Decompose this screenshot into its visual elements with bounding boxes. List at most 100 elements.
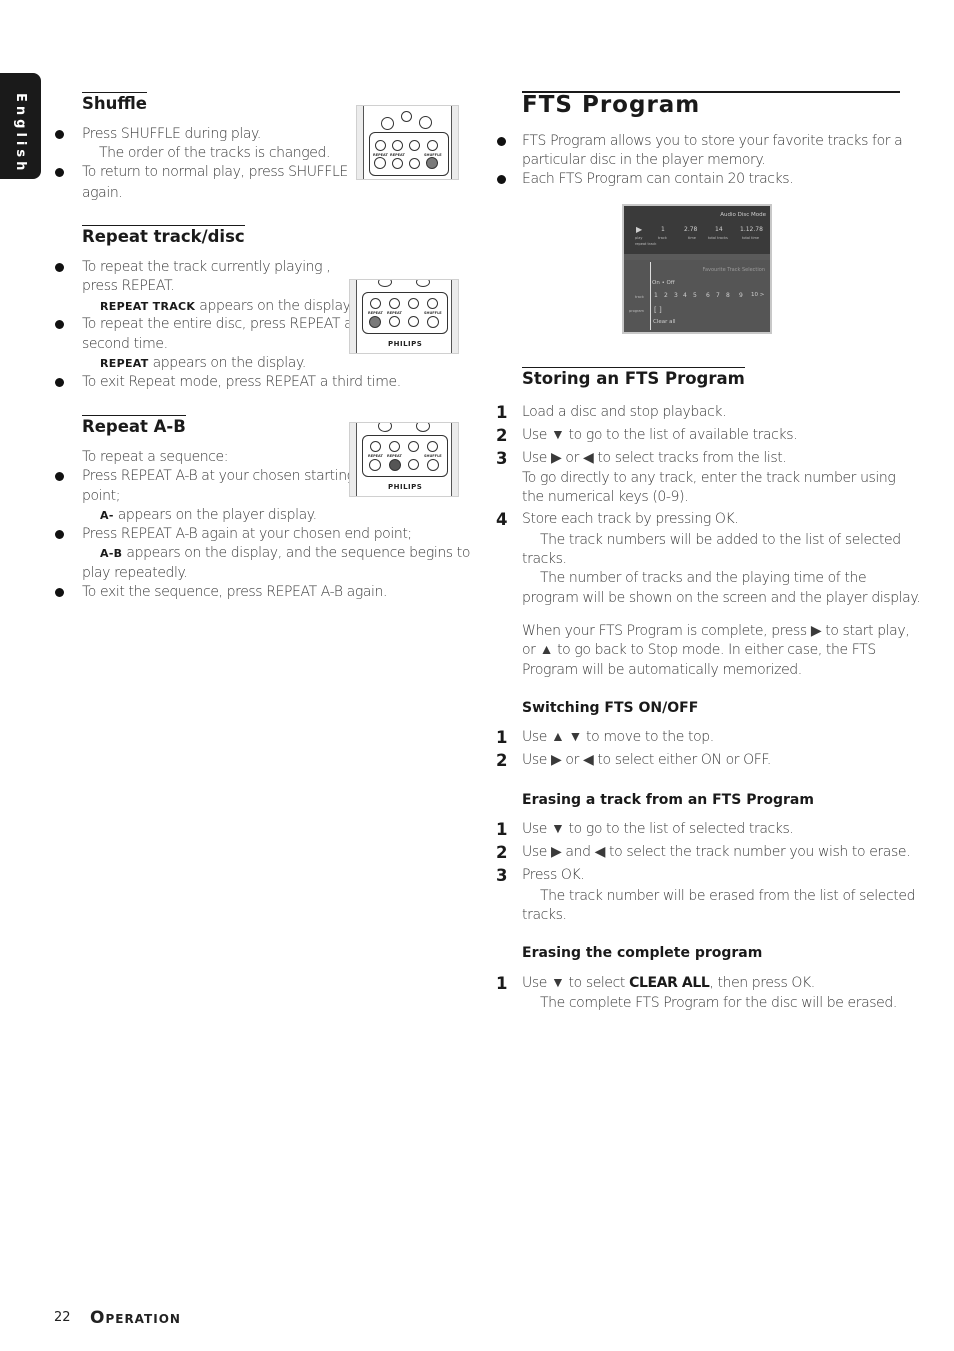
step-text: Use ▲ ▼ to move to the top. bbox=[522, 729, 714, 745]
prev-button-icon bbox=[375, 140, 386, 151]
language-tab-label: English bbox=[13, 93, 28, 175]
step-number: 1 bbox=[496, 728, 508, 747]
step-text: Load a disc and stop playback. bbox=[522, 404, 727, 420]
bullet bbox=[55, 263, 64, 272]
note-text: The complete FTS Program for the disc wi… bbox=[540, 995, 897, 1011]
repeat-a-display-note: A- appears on the player display. bbox=[100, 507, 317, 523]
step-number: 1 bbox=[496, 974, 508, 993]
note-text: tracks. bbox=[522, 907, 567, 923]
repeat-ab-line: point; bbox=[82, 488, 121, 504]
next-button-icon bbox=[427, 298, 438, 309]
paragraph-text: or ▲ to go back to Stop mode. In either … bbox=[522, 642, 876, 658]
note-text: program will be shown on the screen and … bbox=[522, 590, 921, 606]
step-number: 1 bbox=[496, 403, 508, 422]
switching-heading: Switching FTS ON/OFF bbox=[522, 700, 699, 716]
intro-line: particular disc in the player memory. bbox=[522, 152, 766, 168]
repeat-track-line: To exit Repeat mode, press REPEAT a thir… bbox=[82, 374, 401, 390]
remote-illustration-repeat: REPEAT REPEAT SHUFFLE PHILIPS bbox=[349, 279, 459, 354]
note-text: The track numbers will be added to the l… bbox=[540, 532, 901, 548]
step-text: To go directly to any track, enter the t… bbox=[522, 470, 896, 486]
bullet bbox=[55, 378, 64, 387]
play-button-icon bbox=[408, 298, 419, 309]
stop-button-icon bbox=[392, 140, 403, 151]
storing-heading: Storing an FTS Program bbox=[522, 367, 745, 388]
ab-button-icon bbox=[401, 111, 412, 122]
step-text: Use ▼ to go to the list of available tra… bbox=[522, 427, 798, 443]
fts-screen-illustration: Audio Disc Mode ▶ play repeat track 1 tr… bbox=[622, 204, 772, 334]
repeat-track-line: To repeat the entire disc, press REPEAT … bbox=[82, 316, 353, 332]
paragraph-text: Program will be automatically memorized. bbox=[522, 662, 802, 678]
note-text: tracks. bbox=[522, 551, 567, 567]
stop-button-icon bbox=[389, 298, 400, 309]
repeat-ab-display-note: A-B appears on the display, and the sequ… bbox=[100, 545, 470, 561]
step-number: 3 bbox=[496, 449, 508, 468]
step-text: Press OK. bbox=[522, 867, 585, 883]
step-text: Store each track by pressing OK. bbox=[522, 511, 739, 527]
repeat-track-line: second time. bbox=[82, 336, 168, 352]
page-number: 22 bbox=[54, 1310, 71, 1325]
repeat-ab-line: Press REPEAT A-B at your chosen starting bbox=[82, 468, 355, 484]
bullet bbox=[55, 130, 64, 139]
shuffle-button-icon bbox=[427, 459, 439, 471]
shuffle-button-icon bbox=[427, 316, 439, 328]
bullet bbox=[55, 168, 64, 177]
next-button-icon bbox=[427, 441, 438, 452]
shuffle-button-icon-highlighted bbox=[426, 157, 438, 169]
step-text: Use ▼ to go to the list of selected trac… bbox=[522, 821, 794, 837]
repeat-ab-button-icon-highlighted bbox=[389, 459, 401, 471]
repeat-track-display-note: REPEAT TRACK appears on the display. bbox=[100, 298, 353, 314]
step-number: 2 bbox=[496, 426, 508, 445]
section-title: OPERATION bbox=[90, 1308, 181, 1328]
intro-line: FTS Program allows you to store your fav… bbox=[522, 133, 903, 149]
disc-info-panel: Audio Disc Mode ▶ play repeat track 1 tr… bbox=[624, 206, 770, 254]
step-text: Use ▶ or ◀ to select either ON or OFF. bbox=[522, 752, 771, 768]
repeat-ab-line: To exit the sequence, press REPEAT A-B a… bbox=[82, 584, 388, 600]
shuffle-line-1: Press SHUFFLE during play. bbox=[82, 126, 261, 142]
repeat-ab-line: Press REPEAT A-B again at your chosen en… bbox=[82, 526, 412, 542]
step-number: 1 bbox=[496, 820, 508, 839]
repeat-ab-line: To repeat a sequence: bbox=[82, 449, 229, 465]
step-text: Use ▶ or ◀ to select tracks from the lis… bbox=[522, 450, 787, 466]
next-button-icon bbox=[427, 140, 438, 151]
bullet bbox=[55, 530, 64, 539]
repeat-button-icon bbox=[374, 157, 386, 169]
bullet bbox=[55, 472, 64, 481]
bullet bbox=[497, 175, 506, 184]
remote-illustration-repeat-ab: REPEAT REPEAT SHUFFLE PHILIPS bbox=[349, 422, 459, 497]
play-button-icon bbox=[409, 140, 420, 151]
shuffle-line-4: again. bbox=[82, 185, 123, 201]
repeat-disc-display-note: REPEAT appears on the display. bbox=[100, 355, 306, 371]
repeat-ab-button-icon bbox=[392, 158, 403, 169]
language-tab: English bbox=[0, 73, 41, 179]
play-icon: ▶ bbox=[636, 225, 643, 234]
paragraph-text: When your FTS Program is complete, press… bbox=[522, 623, 910, 639]
remote-illustration-shuffle: REPEAT REPEAT SHUFFLE bbox=[356, 105, 459, 180]
zoom-button-icon bbox=[419, 116, 432, 129]
repeat-ab-line: play repeatedly. bbox=[82, 565, 188, 581]
step-text: the numerical keys (0-9). bbox=[522, 489, 689, 505]
stop-button-icon bbox=[389, 441, 400, 452]
prev-button-icon bbox=[370, 441, 381, 452]
step-number: 2 bbox=[496, 751, 508, 770]
note-text: The number of tracks and the playing tim… bbox=[540, 570, 867, 586]
repeat-track-line: To repeat the track currently playing , bbox=[82, 259, 331, 275]
philips-logo: PHILIPS bbox=[388, 340, 423, 348]
repeat-button-icon-highlighted bbox=[369, 316, 381, 328]
repeat-ab-heading: Repeat A-B bbox=[82, 415, 186, 436]
pause-button-icon bbox=[408, 459, 419, 470]
pause-button-icon bbox=[408, 316, 419, 327]
step-text: Use ▶ and ◀ to select the track number y… bbox=[522, 844, 911, 860]
repeat-button-icon bbox=[369, 459, 381, 471]
pause-button-icon bbox=[409, 158, 420, 169]
step-text: Use ▼ to select CLEAR ALL, then press OK… bbox=[522, 975, 815, 991]
bullet bbox=[497, 137, 506, 146]
step-number: 4 bbox=[496, 510, 508, 529]
step-number: 3 bbox=[496, 866, 508, 885]
bullet bbox=[55, 588, 64, 597]
philips-logo: PHILIPS bbox=[388, 483, 423, 491]
play-button-icon bbox=[381, 117, 394, 130]
note-text: The track number will be erased from the… bbox=[540, 888, 916, 904]
erasing-all-heading: Erasing the complete program bbox=[522, 945, 763, 961]
shuffle-line-3: To return to normal play, press SHUFFLE bbox=[82, 164, 348, 180]
repeat-track-line: press REPEAT. bbox=[82, 278, 175, 294]
